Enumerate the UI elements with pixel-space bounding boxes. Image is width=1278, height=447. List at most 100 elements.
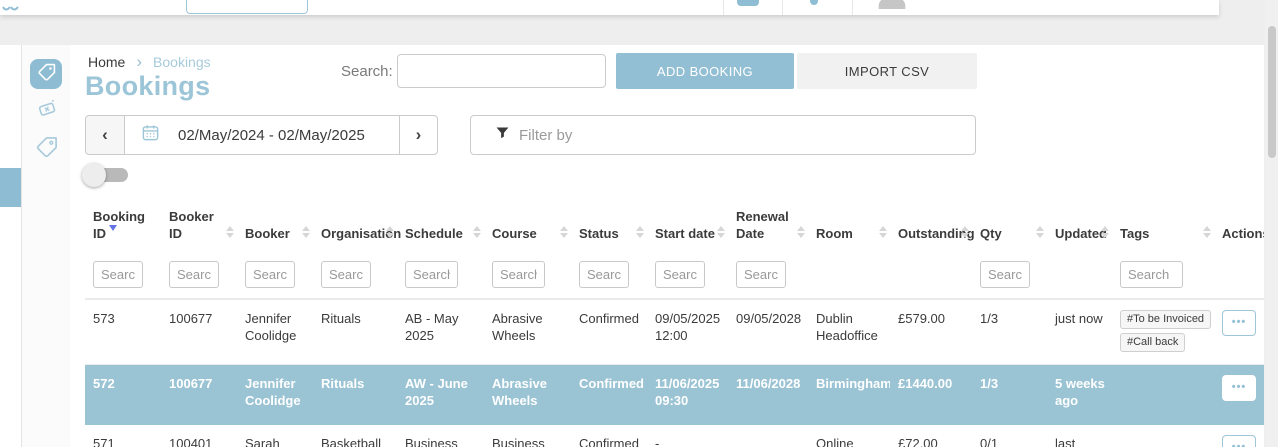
column-header-qty[interactable]: Qty [972, 205, 1047, 251]
date-range-value: 02/May/2024 - 02/May/2025 [178, 127, 365, 144]
column-header-actions: Actions [1214, 205, 1264, 251]
search-input-tags[interactable] [1120, 261, 1183, 288]
column-label: Schedule [405, 226, 463, 241]
cell-tags [1112, 365, 1214, 425]
cell-updated: 5 weeks ago [1047, 365, 1112, 425]
column-header-booker_id[interactable]: Booker ID [161, 205, 237, 251]
sort-desc-indicator [109, 225, 117, 231]
breadcrumb: Home › Bookings [88, 54, 211, 70]
sidebar-item-tags[interactable] [33, 135, 60, 162]
ellipsis-icon: ••• [1232, 382, 1247, 392]
column-header-booker[interactable]: Booker [237, 205, 313, 251]
search-input-organisation[interactable] [321, 261, 371, 288]
calendar-icon [141, 123, 160, 147]
table-row[interactable]: 571100401SarahBasketballBusinessBusiness… [85, 425, 1264, 447]
sort-arrows-icon [879, 226, 887, 238]
column-header-course[interactable]: Course [484, 205, 571, 251]
header-divider [723, 0, 724, 15]
sort-arrows-icon [386, 226, 394, 238]
column-header-renewal_date[interactable]: Renewal Date [728, 205, 808, 251]
column-header-start_date[interactable]: Start date [647, 205, 728, 251]
breadcrumb-home[interactable]: Home [88, 54, 125, 70]
cell-updated: just now [1047, 299, 1112, 365]
search-input-qty[interactable] [980, 261, 1030, 288]
table-row[interactable]: 572100677Jennifer CoolidgeRitualsAW - Ju… [85, 365, 1264, 425]
cell-outstanding: £72.00 [890, 425, 972, 447]
sort-arrows-icon [560, 226, 568, 238]
date-range-display[interactable]: 02/May/2024 - 02/May/2025 [125, 115, 399, 155]
search-input-booker[interactable] [245, 261, 295, 288]
column-header-room[interactable]: Room [808, 205, 890, 251]
search-cell-booking_id [85, 251, 161, 299]
chat-icon[interactable] [737, 0, 759, 6]
table-row[interactable]: 573100677Jennifer CoolidgeRitualsAB - Ma… [85, 299, 1264, 365]
sidebar-item-cancelled-bookings[interactable] [34, 98, 59, 123]
search-input-schedule[interactable] [405, 261, 458, 288]
header-divider [782, 0, 783, 15]
global-search-input[interactable] [397, 54, 606, 88]
cell-qty: 1/3 [972, 365, 1047, 425]
column-header-tags[interactable]: Tags [1112, 205, 1214, 251]
search-cell-start_date [647, 251, 728, 299]
date-range-picker: ‹ 02/May/2024 - 02/May/2025 › [85, 115, 438, 155]
cell-booker: Jennifer Coolidge [237, 299, 313, 365]
sort-arrows-icon [473, 226, 481, 238]
sort-arrows-icon [226, 226, 234, 238]
column-label: Booker [245, 226, 290, 241]
cell-booker_id: 100401 [161, 425, 237, 447]
search-input-booking_id[interactable] [93, 261, 143, 288]
cell-start_date: 09/05/2025 12:00 [647, 299, 728, 365]
scrollbar-thumb[interactable] [1268, 26, 1276, 158]
cell-actions: ••• [1214, 299, 1264, 365]
search-input-renewal_date[interactable] [736, 261, 786, 288]
search-input-status[interactable] [579, 261, 629, 288]
notifications-bell-icon[interactable] [810, 0, 818, 5]
vertical-scrollbar[interactable] [1265, 0, 1278, 447]
tag-chip[interactable]: #Call back [1120, 333, 1185, 352]
cell-status: Confirmed [571, 299, 647, 365]
search-input-start_date[interactable] [655, 261, 705, 288]
cell-schedule: Business [397, 425, 484, 447]
column-header-schedule[interactable]: Schedule [397, 205, 484, 251]
cell-qty: 1/3 [972, 299, 1047, 365]
add-booking-button[interactable]: ADD BOOKING [616, 53, 794, 89]
cell-organisation: Basketball [313, 425, 397, 447]
search-cell-renewal_date [728, 251, 808, 299]
search-input-booker_id[interactable] [169, 261, 219, 288]
previous-period-button[interactable]: ‹ [85, 115, 125, 155]
row-actions-button[interactable]: ••• [1222, 435, 1256, 447]
sort-arrows-icon [302, 226, 310, 238]
next-period-button[interactable]: › [399, 115, 438, 155]
cell-booker: Jennifer Coolidge [237, 365, 313, 425]
search-cell-updated [1047, 251, 1112, 299]
ticket-cancel-icon [36, 98, 58, 123]
search-cell-booker [237, 251, 313, 299]
filter-field [470, 115, 976, 155]
breadcrumb-current[interactable]: Bookings [153, 54, 211, 70]
import-csv-button[interactable]: IMPORT CSV [797, 53, 977, 89]
column-label: Qty [980, 226, 1002, 241]
cell-updated: last [1047, 425, 1112, 447]
user-avatar[interactable] [872, 0, 912, 15]
column-header-updated[interactable]: Updated [1047, 205, 1112, 251]
sidebar-strip [0, 45, 22, 447]
view-website-button[interactable]: VIEW WEBSITE [186, 0, 308, 14]
toggle-switch[interactable] [82, 162, 130, 188]
row-actions-button[interactable]: ••• [1222, 310, 1256, 336]
cell-status: Confirmed [571, 365, 647, 425]
column-header-outstanding[interactable]: Outstanding [890, 205, 972, 251]
column-header-status[interactable]: Status [571, 205, 647, 251]
column-header-organisation[interactable]: Organisation [313, 205, 397, 251]
sidebar-item-bookings[interactable] [30, 59, 62, 89]
cell-booking_id: 573 [85, 299, 161, 365]
column-header-booking_id[interactable]: Booking ID [85, 205, 161, 251]
row-actions-button[interactable]: ••• [1222, 375, 1256, 401]
sidebar-rail [22, 45, 70, 447]
search-input-course[interactable] [492, 261, 545, 288]
sort-arrows-icon [636, 226, 644, 238]
filter-input[interactable] [519, 116, 975, 154]
search-label: Search: [341, 63, 393, 80]
tag-chip[interactable]: #To be Invoiced [1120, 310, 1211, 329]
tag-outline-icon [35, 136, 58, 162]
cell-course: Business [484, 425, 571, 447]
